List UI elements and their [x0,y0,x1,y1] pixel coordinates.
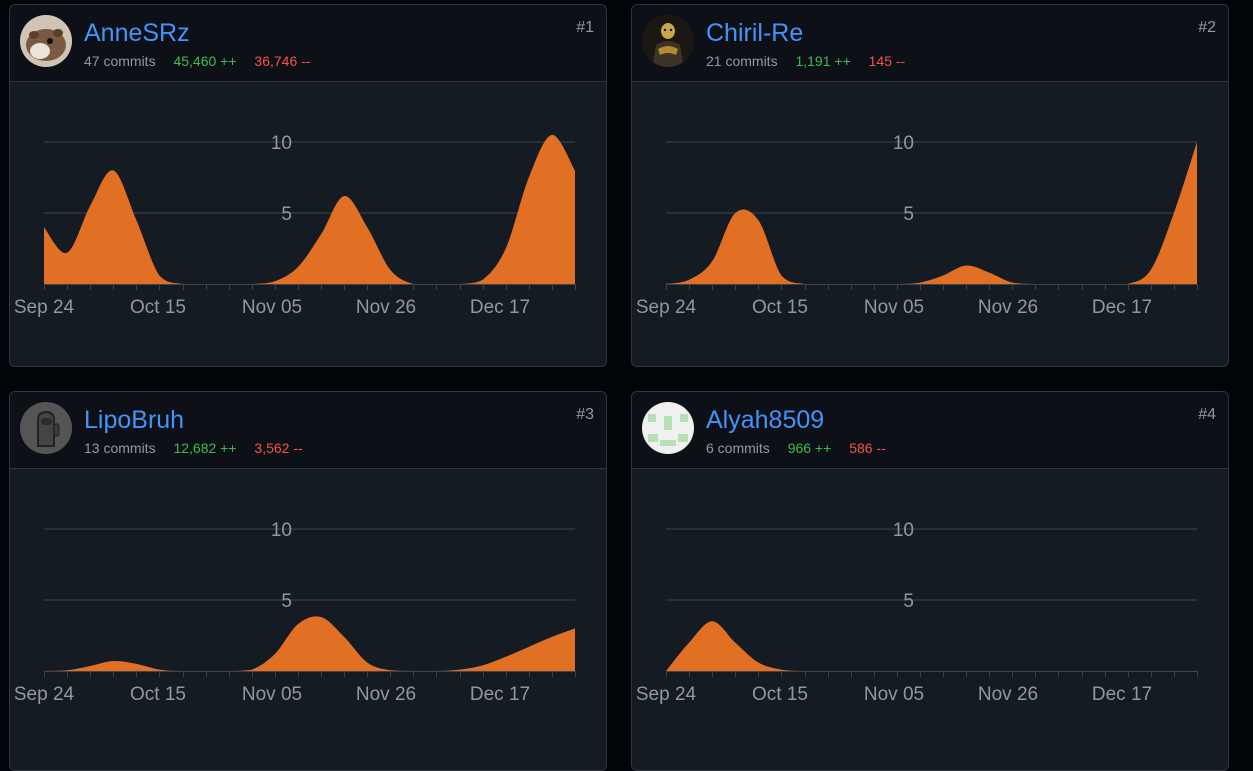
x-tick-label: Nov 05 [242,297,302,318]
commit-activity-chart: 5 10 Sep 24 Oct 15 Nov 05 Nov 26 Dec 17 [636,133,1198,318]
y-tick-label: 5 [281,591,292,612]
contributor-card: Chiril-Re 21 commits 1,191 ++ 145 -- #2 … [631,4,1229,367]
y-tick-label: 5 [903,591,914,612]
commit-activity-chart: 5 10 Sep 24 Oct 15 Nov 05 Nov 26 Dec 17 [14,520,576,705]
x-tick-label: Sep 24 [14,684,75,705]
x-tick-label: Sep 24 [14,297,75,318]
commit-activity-chart: 5 10 Sep 24 Oct 15 Nov 05 Nov 26 Dec 17 [636,520,1198,705]
x-tick-label: Nov 26 [356,297,416,318]
x-tick-label: Sep 24 [636,297,697,318]
commit-area [44,616,575,671]
x-tick-label: Nov 26 [978,297,1038,318]
y-tick-label: 5 [903,204,914,225]
x-tick-label: Dec 17 [1092,297,1152,318]
x-tick-label: Oct 15 [752,684,808,705]
x-tick-label: Nov 05 [864,684,924,705]
commit-area [44,134,575,284]
contributor-card: AnneSRz 47 commits 45,460 ++ 36,746 -- #… [9,4,607,367]
x-tick-label: Oct 15 [752,297,808,318]
x-tick-label: Nov 26 [356,684,416,705]
x-tick-label: Nov 26 [978,684,1038,705]
contributor-card: Alyah8509 6 commits 966 ++ 586 -- #4 5 10… [631,391,1229,771]
y-tick-label: 10 [271,520,292,541]
x-tick-label: Oct 15 [130,684,186,705]
x-tick-label: Nov 05 [864,297,924,318]
contributor-card: LipoBruh 13 commits 12,682 ++ 3,562 -- #… [9,391,607,771]
y-tick-label: 10 [271,133,292,154]
x-tick-label: Dec 17 [470,297,530,318]
x-tick-label: Nov 05 [242,684,302,705]
x-tick-label: Dec 17 [470,684,530,705]
y-tick-label: 5 [281,204,292,225]
x-tick-label: Dec 17 [1092,684,1152,705]
commit-activity-chart: 5 10 Sep 24 Oct 15 Nov 05 Nov 26 Dec 17 [14,133,576,318]
x-tick-label: Oct 15 [130,297,186,318]
y-tick-label: 10 [893,520,914,541]
y-tick-label: 10 [893,133,914,154]
x-tick-label: Sep 24 [636,684,697,705]
commit-area [666,621,1197,671]
